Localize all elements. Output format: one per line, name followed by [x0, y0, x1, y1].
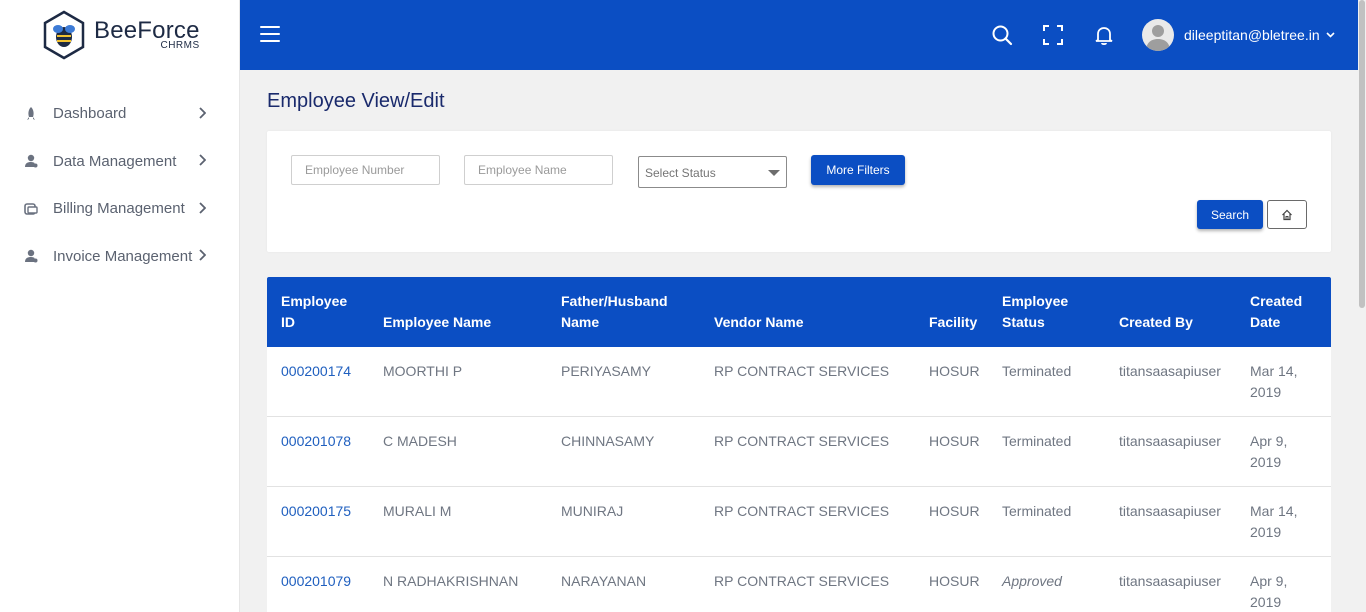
employee-id-link[interactable]: 000201079 [281, 571, 351, 592]
table-row[interactable]: 000200175 MURALI M MUNIRAJ RP CONTRACT S… [267, 487, 1331, 557]
filter-panel: Select Status More Filters Search [267, 131, 1331, 252]
employee-name-input[interactable] [464, 155, 613, 185]
home-icon [1282, 209, 1292, 220]
status-cell: Approved [1002, 573, 1062, 589]
column-header-father-husband-name[interactable]: Father/Husband Name [561, 291, 671, 333]
employee-id-link[interactable]: 000201078 [281, 431, 351, 452]
sidebar-item-label: Data Management [53, 152, 177, 170]
user-email: dileeptitan@bletree.in [1184, 27, 1320, 43]
employee-number-input[interactable] [291, 155, 440, 185]
page-scrollbar[interactable] [1358, 0, 1366, 612]
created-date-month-day: Apr 9, [1250, 433, 1288, 449]
chevron-right-icon [198, 201, 218, 217]
father-name-cell: NARAYANAN [561, 573, 647, 589]
home-button[interactable] [1267, 200, 1307, 229]
table-header: Employee ID Employee Name Father/Husband… [267, 277, 1331, 347]
sidebar-item-label: Billing Management [53, 200, 185, 218]
vendor-name-cell: RP CONTRACT SERVICES [714, 573, 890, 589]
created-date-year: 2019 [1250, 384, 1282, 400]
user-gear-icon [24, 249, 38, 263]
status-cell: Terminated [1002, 503, 1072, 519]
caret-down-icon [768, 170, 780, 176]
bell-icon[interactable] [1093, 24, 1115, 46]
created-date-year: 2019 [1250, 454, 1282, 470]
employee-name-cell: C MADESH [383, 433, 457, 449]
sidebar-item-label: Invoice Management [53, 247, 193, 265]
facility-cell: HOSUR [929, 433, 980, 449]
column-header-employee-name[interactable]: Employee Name [383, 312, 491, 333]
created-date-cell: Mar 14, 2019 [1250, 361, 1297, 403]
scrollbar-thumb[interactable] [1359, 0, 1365, 308]
table-row[interactable]: 000200174 MOORTHI P PERIYASAMY RP CONTRA… [267, 347, 1331, 417]
created-by-cell: titansaasapiuser [1119, 573, 1221, 589]
search-button[interactable]: Search [1197, 200, 1263, 229]
menu-icon[interactable] [260, 26, 280, 42]
column-header-created-by[interactable]: Created By [1119, 312, 1193, 333]
created-by-cell: titansaasapiuser [1119, 363, 1221, 379]
table-row[interactable]: 000201079 N RADHAKRISHNAN NARAYANAN RP C… [267, 557, 1331, 612]
top-header: dileeptitan@bletree.in [240, 0, 1358, 70]
user-gear-icon [24, 154, 38, 168]
column-header-employee-id[interactable]: Employee ID [281, 291, 351, 333]
column-header-facility[interactable]: Facility [929, 312, 977, 333]
employee-name-cell: N RADHAKRISHNAN [383, 573, 519, 589]
vendor-name-cell: RP CONTRACT SERVICES [714, 503, 890, 519]
rocket-icon [24, 106, 38, 121]
chevron-right-icon [198, 153, 218, 169]
created-date-month-day: Mar 14, [1250, 503, 1298, 519]
column-header-created-date[interactable]: Created Date [1250, 291, 1310, 333]
chevron-down-icon [1326, 30, 1335, 41]
created-date-cell: Apr 9, 2019 [1250, 431, 1287, 473]
created-date-cell: Apr 9, 2019 [1250, 571, 1287, 612]
father-name-cell: CHINNASAMY [561, 433, 655, 449]
facility-cell: HOSUR [929, 503, 980, 519]
column-header-vendor-name[interactable]: Vendor Name [714, 312, 803, 333]
status-select[interactable]: Select Status [638, 156, 787, 188]
page-title: Employee View/Edit [267, 90, 445, 112]
employee-name-cell: MURALI M [383, 503, 452, 519]
chevron-right-icon [198, 248, 218, 264]
brand-logo[interactable]: BeeForce CHRMS [42, 10, 200, 60]
avatar [1142, 19, 1174, 51]
more-filters-button[interactable]: More Filters [811, 155, 905, 185]
created-by-cell: titansaasapiuser [1119, 433, 1221, 449]
father-name-cell: PERIYASAMY [561, 363, 651, 379]
created-by-cell: titansaasapiuser [1119, 503, 1221, 519]
father-name-cell: MUNIRAJ [561, 503, 624, 519]
sidebar-item-invoice-management[interactable]: Invoice Management [0, 233, 240, 281]
created-date-year: 2019 [1250, 524, 1282, 540]
column-header-employee-status[interactable]: Employee Status [1002, 291, 1072, 333]
status-select-value: Select Status [645, 166, 716, 180]
table-row[interactable]: 000201078 C MADESH CHINNASAMY RP CONTRAC… [267, 417, 1331, 487]
billing-icon [24, 202, 38, 216]
employee-id-link[interactable]: 000200175 [281, 501, 351, 522]
search-icon[interactable] [991, 24, 1013, 46]
created-date-cell: Mar 14, 2019 [1250, 501, 1297, 543]
created-date-month-day: Mar 14, [1250, 363, 1298, 379]
fullscreen-icon[interactable] [1042, 24, 1064, 46]
vendor-name-cell: RP CONTRACT SERVICES [714, 433, 890, 449]
status-cell: Terminated [1002, 363, 1072, 379]
status-cell: Terminated [1002, 433, 1072, 449]
sidebar-item-data-management[interactable]: Data Management [0, 138, 240, 186]
facility-cell: HOSUR [929, 363, 980, 379]
employee-table: Employee ID Employee Name Father/Husband… [267, 277, 1331, 612]
chevron-right-icon [198, 106, 218, 122]
bee-logo-icon [43, 10, 85, 60]
sidebar-item-dashboard[interactable]: Dashboard [0, 90, 240, 138]
created-date-month-day: Apr 9, [1250, 573, 1288, 589]
employee-name-cell: MOORTHI P [383, 363, 463, 379]
sidebar-nav: Dashboard Data Management Billing Manage… [0, 90, 240, 280]
employee-id-link[interactable]: 000200174 [281, 361, 351, 382]
sidebar-item-billing-management[interactable]: Billing Management [0, 185, 240, 233]
sidebar: BeeForce CHRMS Dashboard Data Management [0, 0, 240, 612]
created-date-year: 2019 [1250, 594, 1282, 610]
sidebar-item-label: Dashboard [53, 105, 127, 123]
user-menu[interactable]: dileeptitan@bletree.in [1142, 19, 1335, 51]
facility-cell: HOSUR [929, 573, 980, 589]
vendor-name-cell: RP CONTRACT SERVICES [714, 363, 890, 379]
